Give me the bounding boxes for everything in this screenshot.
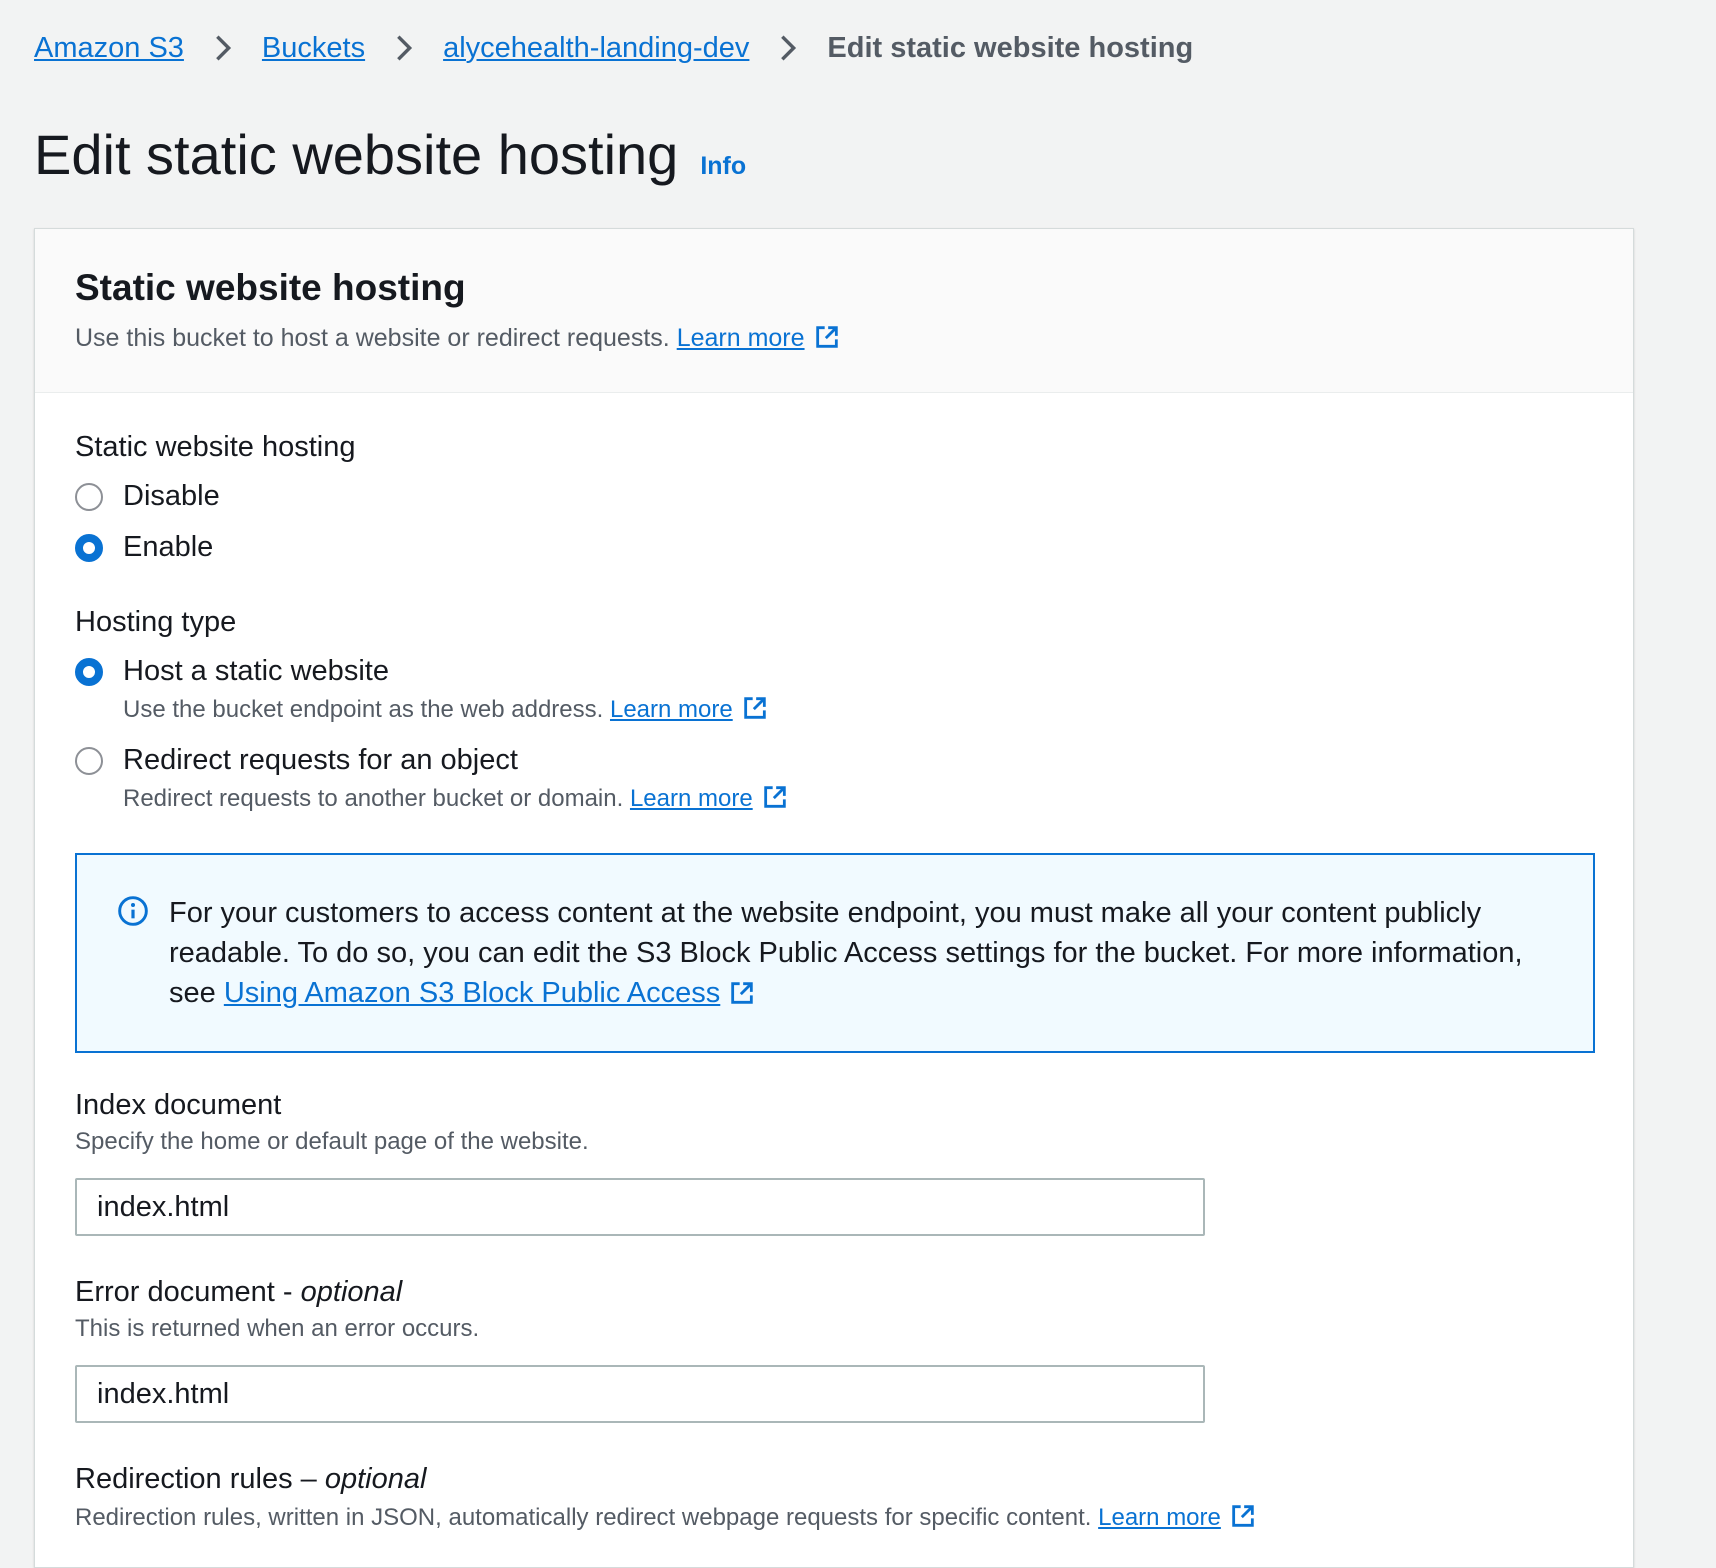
redirection-rules-learn-more-link[interactable]: Learn more: [1098, 1504, 1257, 1531]
breadcrumb-current: Edit static website hosting: [827, 31, 1194, 64]
panel-description: Use this bucket to host a website or red…: [75, 323, 1593, 353]
chevron-right-icon: [781, 35, 797, 61]
radio-enable[interactable]: Enable: [75, 531, 1593, 564]
radio-enable-circle[interactable]: [75, 534, 103, 562]
external-link-icon: [763, 786, 786, 808]
alert-text: For your customers to access content at …: [169, 893, 1553, 1013]
info-circle-icon: [118, 896, 148, 926]
block-public-access-link-label: Using Amazon S3 Block Public Access: [223, 977, 721, 1009]
page-title: Edit static website hosting: [34, 123, 679, 186]
external-link-icon: [743, 697, 766, 719]
info-link[interactable]: Info: [700, 152, 746, 181]
block-public-access-link[interactable]: Using Amazon S3 Block Public Access: [224, 977, 756, 1009]
index-document-label: Index document: [75, 1089, 282, 1121]
host-static-desc-text: Use the bucket endpoint as the web addre…: [123, 696, 604, 723]
radio-disable-circle[interactable]: [75, 483, 103, 511]
radio-host-static-description: Use the bucket endpoint as the web addre…: [123, 694, 769, 724]
redirect-learn-more-label: Learn more: [629, 785, 753, 812]
error-document-optional: optional: [300, 1276, 403, 1308]
panel-learn-more-link[interactable]: Learn more: [677, 324, 841, 352]
redirection-rules-learn-more-label: Learn more: [1098, 1504, 1221, 1531]
radio-redirect-description: Redirect requests to another bucket or d…: [123, 783, 789, 813]
redirection-rules-description: Redirection rules, written in JSON, auto…: [75, 1502, 1593, 1532]
hosting-type-label: Hosting type: [75, 606, 237, 638]
host-static-learn-more-label: Learn more: [609, 696, 733, 723]
radio-host-static-circle[interactable]: [75, 658, 103, 686]
radio-redirect-requests[interactable]: Redirect requests for an object Redirect…: [75, 744, 1593, 813]
radio-enable-label: Enable: [123, 531, 214, 563]
error-document-label-text: Error document -: [75, 1276, 301, 1308]
redirection-rules-label: Redirection rules – optional: [75, 1463, 1593, 1496]
block-public-access-info-alert: For your customers to access content at …: [75, 853, 1595, 1053]
redirection-rules-label-text: Redirection rules –: [75, 1463, 325, 1495]
host-static-learn-more-link[interactable]: Learn more: [610, 696, 769, 723]
chevron-right-icon: [216, 35, 231, 61]
chevron-right-icon: [397, 35, 413, 61]
redirect-learn-more-link[interactable]: Learn more: [630, 785, 789, 812]
breadcrumb-bucket-name[interactable]: alycehealth-landing-dev: [443, 32, 749, 65]
radio-disable[interactable]: Disable: [75, 480, 1593, 513]
redirection-rules-desc-text: Redirection rules, written in JSON, auto…: [75, 1504, 1092, 1531]
panel-header: Static website hosting Use this bucket t…: [35, 229, 1633, 393]
external-link-icon: [1232, 1505, 1254, 1527]
breadcrumb-amazon-s3[interactable]: Amazon S3: [34, 32, 184, 65]
index-document-description: Specify the home or default page of the …: [75, 1128, 589, 1155]
radio-host-static-website[interactable]: Host a static website Use the bucket end…: [75, 655, 1593, 724]
hosting-toggle-label: Static website hosting: [75, 431, 356, 463]
radio-disable-label: Disable: [123, 480, 220, 512]
error-document-label: Error document - optional: [75, 1276, 1593, 1309]
error-document-input[interactable]: [75, 1365, 1205, 1423]
redirect-desc-text: Redirect requests to another bucket or d…: [123, 785, 624, 812]
radio-host-static-label: Host a static website: [123, 655, 389, 687]
redirection-rules-optional: optional: [324, 1463, 427, 1495]
index-document-input[interactable]: [75, 1178, 1205, 1236]
breadcrumb-buckets[interactable]: Buckets: [262, 32, 365, 65]
radio-redirect-label: Redirect requests for an object: [123, 744, 518, 776]
radio-redirect-circle[interactable]: [75, 747, 103, 775]
external-link-icon: [815, 326, 838, 348]
breadcrumb: Amazon S3 Buckets alycehealth-landing-de…: [34, 28, 1193, 68]
panel-description-text: Use this bucket to host a website or red…: [75, 324, 670, 352]
external-link-icon: [731, 982, 754, 1004]
panel-learn-more-label: Learn more: [676, 324, 805, 352]
panel-body: Static website hosting Disable Enable Ho…: [35, 393, 1633, 1532]
page-header: Edit static website hosting Info: [34, 122, 746, 187]
static-website-hosting-panel: Static website hosting Use this bucket t…: [34, 228, 1634, 1568]
panel-title: Static website hosting: [75, 267, 466, 308]
error-document-description: This is returned when an error occurs.: [75, 1315, 480, 1342]
